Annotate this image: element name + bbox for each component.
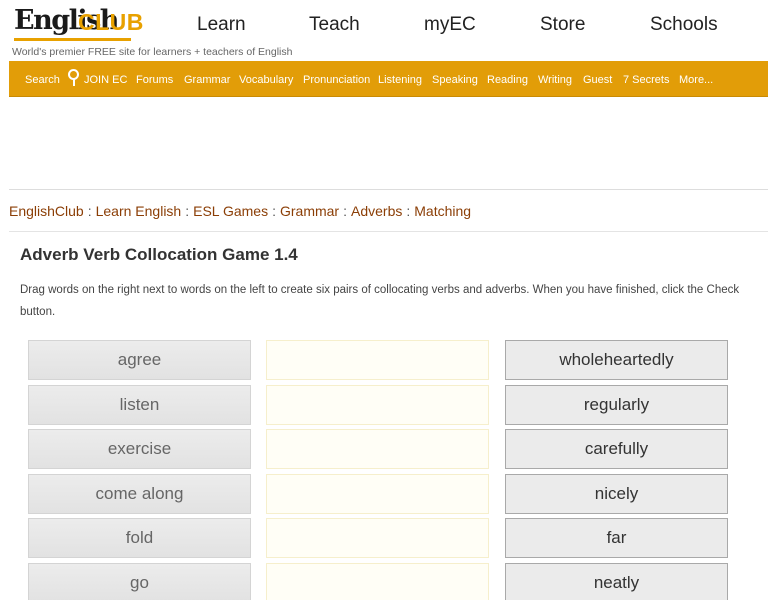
- topnav-store[interactable]: Store: [540, 14, 585, 36]
- breadcrumb-matching[interactable]: Matching: [414, 203, 471, 219]
- menu-forums[interactable]: Forums: [136, 74, 173, 86]
- verb-tile: go: [28, 562, 251, 600]
- verb-tile: listen: [28, 384, 251, 425]
- drop-slot[interactable]: [266, 562, 489, 600]
- menu-pronunciation[interactable]: Pronunciation: [303, 74, 370, 86]
- adverb-draggable-tile[interactable]: neatly: [505, 562, 728, 600]
- adverb-draggable-tile[interactable]: carefully: [505, 429, 728, 469]
- verb-tile: exercise: [28, 429, 251, 469]
- breadcrumb: EnglishClub: Learn English: ESL Games: Gram…: [9, 203, 472, 219]
- logo-underline: [14, 38, 131, 41]
- main-menu-bar: Search JOIN EC Forums Grammar Vocabulary…: [9, 61, 768, 97]
- drop-slot[interactable]: [266, 340, 489, 380]
- breadcrumb-englishclub[interactable]: EnglishClub: [9, 203, 84, 219]
- breadcrumb-grammar[interactable]: Grammar: [280, 203, 339, 219]
- site-header: English CLUB World's premier FREE site f…: [0, 0, 777, 60]
- menu-speaking[interactable]: Speaking: [432, 74, 478, 86]
- page-title: Adverb Verb Collocation Game 1.4: [20, 245, 298, 264]
- drop-slot[interactable]: [266, 473, 489, 514]
- search-icon[interactable]: [68, 69, 80, 87]
- topnav-learn[interactable]: Learn: [197, 14, 246, 36]
- adverb-draggable-tile[interactable]: wholeheartedly: [505, 340, 728, 380]
- menu-join-ec[interactable]: JOIN EC: [84, 74, 127, 86]
- menu-more[interactable]: More...: [679, 74, 713, 86]
- topnav-teach[interactable]: Teach: [309, 14, 360, 36]
- adverb-draggable-tile[interactable]: nicely: [505, 473, 728, 514]
- verb-tile: come along: [28, 473, 251, 514]
- drop-slot[interactable]: [266, 429, 489, 469]
- logo-club-text: CLUB: [78, 9, 144, 35]
- menu-7-secrets[interactable]: 7 Secrets: [623, 74, 669, 86]
- menu-guest[interactable]: Guest: [583, 74, 612, 86]
- site-tagline: World's premier FREE site for learners +…: [12, 46, 293, 58]
- topnav-schools[interactable]: Schools: [650, 14, 718, 36]
- drop-slot[interactable]: [266, 518, 489, 558]
- menu-vocabulary[interactable]: Vocabulary: [239, 74, 293, 86]
- menu-reading[interactable]: Reading: [487, 74, 528, 86]
- topnav-myec[interactable]: myEC: [424, 14, 476, 36]
- game-instructions: Drag words on the right next to words on…: [20, 284, 740, 318]
- adverb-draggable-tile[interactable]: regularly: [505, 384, 728, 425]
- breadcrumb-adverbs[interactable]: Adverbs: [351, 203, 402, 219]
- menu-listening[interactable]: Listening: [378, 74, 422, 86]
- divider: [9, 231, 768, 232]
- divider: [9, 189, 768, 190]
- drop-slot[interactable]: [266, 384, 489, 425]
- englishclub-logo[interactable]: English CLUB: [14, 5, 143, 41]
- menu-grammar[interactable]: Grammar: [184, 74, 230, 86]
- menu-search[interactable]: Search: [25, 74, 60, 86]
- adverb-draggable-tile[interactable]: far: [505, 518, 728, 558]
- verb-tile: agree: [28, 340, 251, 380]
- breadcrumb-esl-games[interactable]: ESL Games: [193, 203, 268, 219]
- verb-tile: fold: [28, 518, 251, 558]
- menu-writing[interactable]: Writing: [538, 74, 572, 86]
- breadcrumb-learn-english[interactable]: Learn English: [96, 203, 182, 219]
